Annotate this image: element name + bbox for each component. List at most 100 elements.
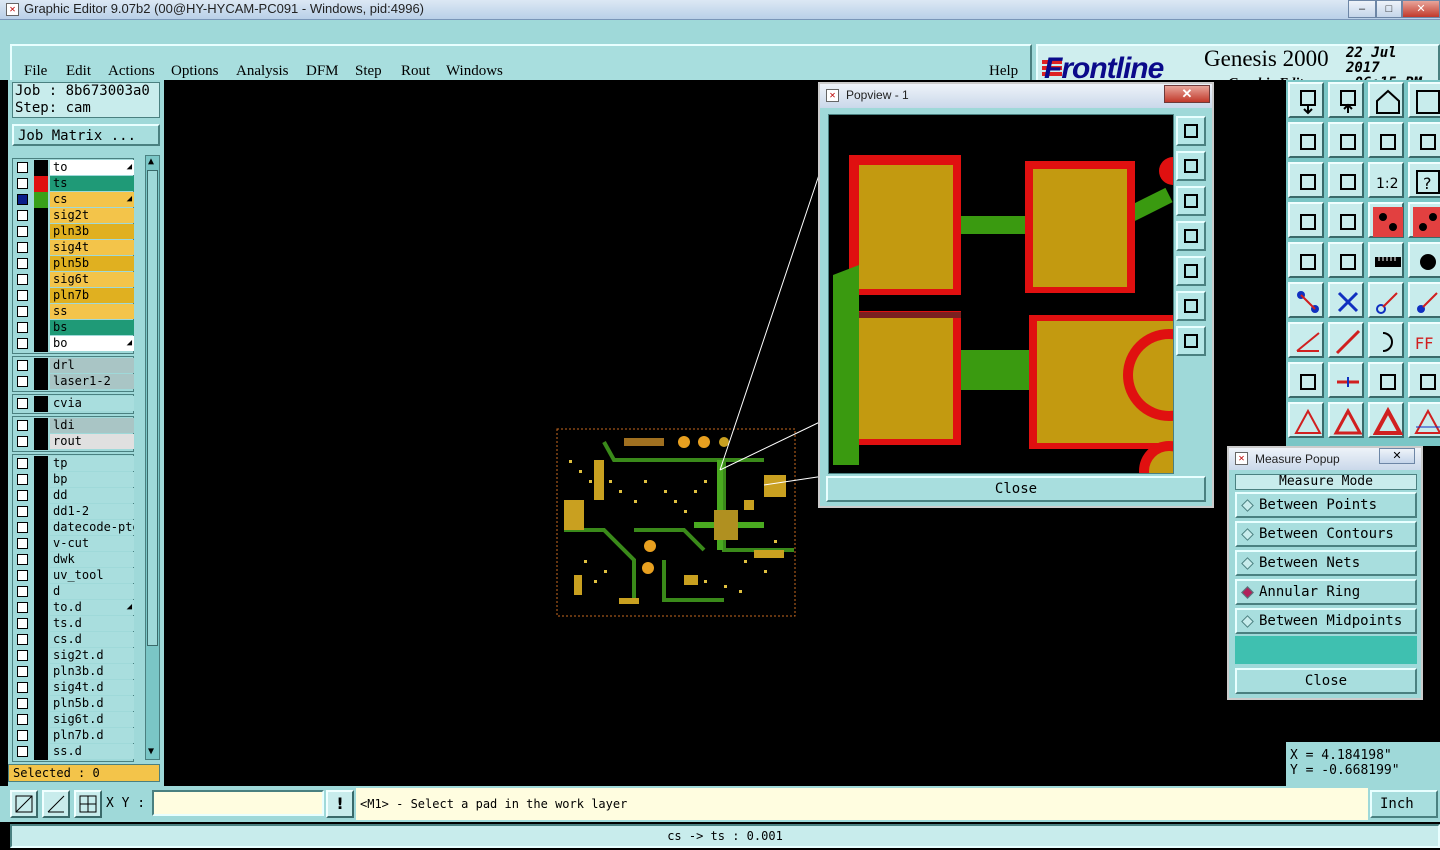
layer-name[interactable]: pln7b: [50, 288, 134, 303]
menu-options[interactable]: Options: [171, 63, 219, 80]
scroll-up-icon[interactable]: ▲: [148, 156, 154, 167]
layer-name[interactable]: sig2t.d: [50, 648, 134, 663]
layer-checkbox[interactable]: [17, 398, 28, 409]
layer-name[interactable]: uv_tool: [50, 568, 134, 583]
scroll-thumb[interactable]: [147, 170, 158, 646]
layer-row[interactable]: datecode-pte: [12, 520, 142, 536]
net-red2-tool-button[interactable]: [1408, 202, 1440, 238]
layer-checkbox[interactable]: [17, 714, 28, 725]
diagonal-tool-button[interactable]: [1328, 322, 1364, 358]
connect-tool-button[interactable]: [1288, 282, 1324, 318]
layer-row[interactable]: ss.d: [12, 744, 142, 760]
triangle-tool-button[interactable]: [1288, 402, 1324, 438]
layer-row[interactable]: sig2t.d: [12, 648, 142, 664]
layer-color-swatch[interactable]: [34, 418, 48, 434]
layer-name[interactable]: laser1-2: [50, 374, 134, 389]
layer-row[interactable]: pln5b.d: [12, 696, 142, 712]
snap-mode-button[interactable]: [10, 790, 38, 818]
layer-checkbox[interactable]: [17, 538, 28, 549]
pan-right-tool-button[interactable]: [1328, 122, 1364, 158]
menu-step[interactable]: Step: [355, 63, 382, 80]
layer-name[interactable]: sig2t: [50, 208, 134, 223]
layer-name[interactable]: sig6t: [50, 272, 134, 287]
grid-snap-button[interactable]: [74, 790, 102, 818]
layer-checkbox[interactable]: [17, 682, 28, 693]
grid-tool-button[interactable]: [1328, 202, 1364, 238]
layer-color-swatch[interactable]: [34, 224, 48, 240]
layer-color-swatch[interactable]: [34, 374, 48, 390]
layer-color-swatch[interactable]: [34, 664, 48, 680]
layer-color-swatch[interactable]: [34, 712, 48, 728]
layer-name[interactable]: dd: [50, 488, 134, 503]
layer-name[interactable]: dd1-2: [50, 504, 134, 519]
layer-color-swatch[interactable]: [34, 256, 48, 272]
popview-close-x-button[interactable]: ✕: [1164, 85, 1210, 103]
erase-tool-button[interactable]: [1328, 242, 1364, 278]
layer-checkbox[interactable]: [17, 210, 28, 221]
layer-color-swatch[interactable]: [34, 456, 48, 472]
layer-row[interactable]: sig6t.d: [12, 712, 142, 728]
layer-row[interactable]: dd1-2: [12, 504, 142, 520]
layer-color-swatch[interactable]: [34, 536, 48, 552]
layer-checkbox[interactable]: [17, 226, 28, 237]
center-tool-button[interactable]: [1328, 162, 1364, 198]
layer-color-swatch[interactable]: [34, 320, 48, 336]
probe-tool-button[interactable]: [1368, 282, 1404, 318]
popview-titlebar[interactable]: ✕ Popview - 1 ✕: [820, 84, 1212, 108]
radio-diamond-icon[interactable]: [1241, 615, 1254, 628]
measure-option-annular-ring[interactable]: Annular Ring: [1235, 579, 1417, 605]
line-tool-button[interactable]: [1328, 362, 1364, 398]
layer-name[interactable]: pln5b.d: [50, 696, 134, 711]
maximize-button[interactable]: □: [1376, 0, 1402, 18]
layer-checkbox[interactable]: [17, 338, 28, 349]
menu-edit[interactable]: Edit: [66, 63, 91, 80]
ruler-tool-button[interactable]: [1368, 242, 1404, 278]
layer-checkbox[interactable]: [17, 436, 28, 447]
layer-name[interactable]: pln3b.d: [50, 664, 134, 679]
layer-row[interactable]: tp: [12, 456, 142, 472]
layer-name[interactable]: drl: [50, 358, 134, 373]
layer-checkbox[interactable]: [17, 554, 28, 565]
layer-checkbox[interactable]: [17, 194, 28, 205]
layer-color-swatch[interactable]: [34, 488, 48, 504]
layer-row[interactable]: sig6t: [12, 272, 142, 288]
layer-row[interactable]: pln3b: [12, 224, 142, 240]
layer-checkbox[interactable]: [17, 570, 28, 581]
layer-color-swatch[interactable]: [34, 208, 48, 224]
menu-rout[interactable]: Rout: [401, 63, 430, 80]
layer-checkbox[interactable]: [17, 178, 28, 189]
popview-close-button[interactable]: Close: [826, 476, 1206, 502]
s-curve-tool-button[interactable]: [1408, 122, 1440, 158]
layer-color-swatch[interactable]: [34, 288, 48, 304]
arc-tool-button[interactable]: [1368, 322, 1404, 358]
angle-tool-button[interactable]: [1288, 322, 1324, 358]
group-tool-button[interactable]: [1408, 362, 1440, 398]
menu-file[interactable]: File: [24, 63, 47, 80]
layer-row[interactable]: bp: [12, 472, 142, 488]
layer-name[interactable]: pln7b.d: [50, 728, 134, 743]
layer-row[interactable]: pln7b.d: [12, 728, 142, 744]
radio-diamond-icon[interactable]: [1241, 586, 1254, 599]
layer-name[interactable]: cs.d: [50, 632, 134, 647]
layer-name[interactable]: to.d ◢: [50, 600, 134, 615]
layer-row[interactable]: dd: [12, 488, 142, 504]
layer-row[interactable]: sig2t: [12, 208, 142, 224]
layer-checkbox[interactable]: [17, 474, 28, 485]
radio-diamond-icon[interactable]: [1241, 499, 1254, 512]
layer-name[interactable]: sig4t.d: [50, 680, 134, 695]
popview-pan-left-button[interactable]: [1176, 221, 1206, 251]
menu-windows[interactable]: Windows: [446, 63, 503, 80]
triangle3-tool-button[interactable]: [1368, 402, 1404, 438]
layer-name[interactable]: ldi: [50, 418, 134, 433]
pan-left-tool-button[interactable]: [1288, 122, 1324, 158]
layer-name[interactable]: cs ◢: [50, 192, 134, 207]
popview-zoom-out-button[interactable]: [1176, 151, 1206, 181]
layer-checkbox[interactable]: [17, 258, 28, 269]
layer-row[interactable]: sig4t.d: [12, 680, 142, 696]
cross-tool-button[interactable]: [1328, 282, 1364, 318]
layer-color-swatch[interactable]: [34, 696, 48, 712]
popview-zoom-view[interactable]: [828, 114, 1215, 501]
layer-row[interactable]: ts: [12, 176, 142, 192]
net-red-tool-button[interactable]: [1368, 202, 1404, 238]
snap-angle-button[interactable]: [42, 790, 70, 818]
